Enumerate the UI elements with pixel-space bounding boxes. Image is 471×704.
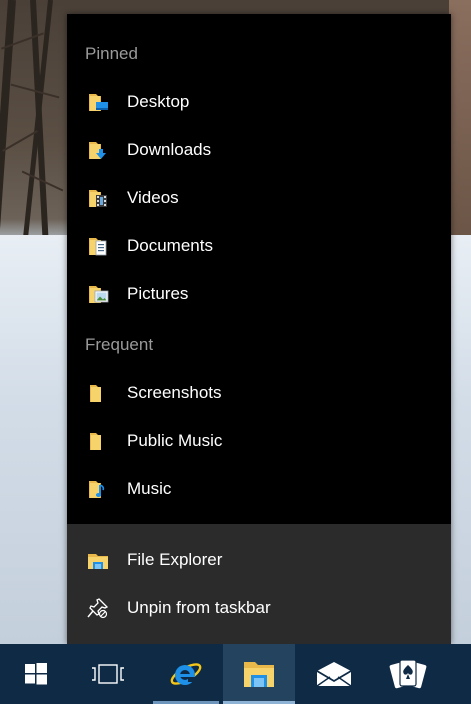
pinned-item-label: Documents bbox=[127, 236, 213, 255]
file-explorer-icon bbox=[244, 662, 274, 687]
task-file-explorer[interactable]: File Explorer bbox=[67, 536, 451, 584]
file-explorer-icon bbox=[88, 554, 108, 569]
jump-list-tasks: File Explorer Unpin from taskbar bbox=[67, 524, 451, 644]
mail-button[interactable] bbox=[298, 644, 370, 704]
folder-desktop-icon bbox=[89, 94, 108, 111]
frequent-item-public-music[interactable]: Public Music bbox=[67, 417, 451, 465]
task-unpin-from-taskbar[interactable]: Unpin from taskbar bbox=[67, 584, 451, 632]
pinned-header: Pinned bbox=[85, 44, 138, 63]
solitaire-cards-icon bbox=[389, 659, 427, 689]
folder-downloads-icon bbox=[89, 142, 106, 159]
folder-pictures-icon bbox=[89, 286, 109, 303]
pinned-item-desktop[interactable]: Desktop bbox=[67, 78, 451, 126]
pinned-item-label: Desktop bbox=[127, 92, 190, 111]
task-label: Unpin from taskbar bbox=[127, 598, 271, 617]
pinned-item-documents[interactable]: Documents bbox=[67, 222, 451, 270]
folder-icon bbox=[90, 433, 101, 450]
pinned-item-videos[interactable]: Videos bbox=[67, 174, 451, 222]
pinned-item-downloads[interactable]: Downloads bbox=[67, 126, 451, 174]
taskbar bbox=[0, 644, 471, 704]
internet-explorer-button[interactable] bbox=[150, 644, 222, 704]
internet-explorer-icon bbox=[170, 663, 202, 685]
folder-videos-icon bbox=[89, 190, 107, 207]
folder-documents-icon bbox=[89, 238, 107, 256]
start-button[interactable] bbox=[0, 644, 72, 704]
mail-icon bbox=[316, 662, 352, 687]
windows-logo-icon bbox=[25, 663, 47, 685]
task-view-button[interactable] bbox=[72, 644, 144, 704]
frequent-item-music[interactable]: Music bbox=[67, 465, 451, 513]
file-explorer-taskbar-button[interactable] bbox=[223, 644, 295, 704]
folder-music-icon bbox=[89, 481, 105, 498]
task-view-icon bbox=[92, 664, 124, 684]
frequent-item-label: Music bbox=[127, 479, 172, 498]
unpin-icon bbox=[87, 598, 109, 619]
task-label: File Explorer bbox=[127, 550, 223, 569]
pinned-item-pictures[interactable]: Pictures bbox=[67, 270, 451, 318]
jump-list: Pinned Desktop Downloads Videos Document… bbox=[67, 14, 451, 644]
folder-icon bbox=[90, 385, 101, 402]
frequent-header: Frequent bbox=[85, 335, 154, 354]
pinned-item-label: Pictures bbox=[127, 284, 189, 303]
frequent-item-screenshots[interactable]: Screenshots bbox=[67, 369, 451, 417]
solitaire-button[interactable] bbox=[372, 644, 444, 704]
frequent-item-label: Public Music bbox=[127, 431, 223, 450]
pinned-item-label: Downloads bbox=[127, 140, 212, 159]
pinned-item-label: Videos bbox=[127, 188, 179, 207]
frequent-item-label: Screenshots bbox=[127, 383, 222, 402]
